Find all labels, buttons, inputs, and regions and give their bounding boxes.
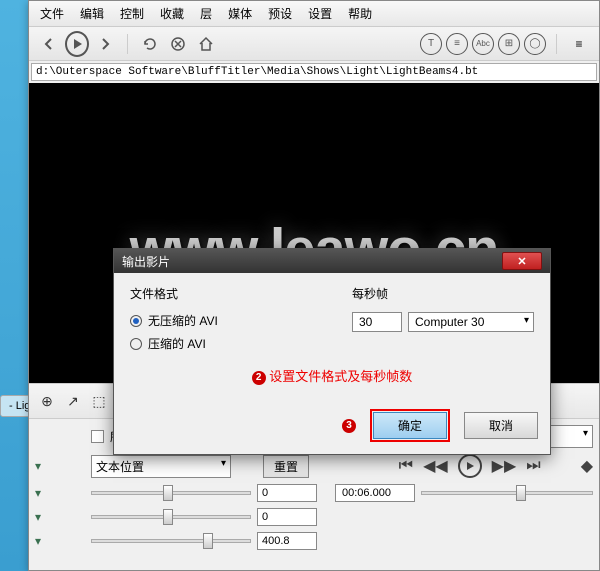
close-button[interactable]: ✕ (502, 252, 542, 270)
play-icon (65, 31, 89, 57)
slider-z[interactable] (91, 539, 251, 543)
grid-tool-icon[interactable]: ⊞ (498, 33, 520, 55)
reset-button[interactable]: 重置 (263, 455, 309, 478)
row-toggle-icon[interactable]: ▾ (35, 486, 41, 500)
next-frame-button[interactable]: ▶▶ (492, 456, 517, 476)
slider-y[interactable] (91, 515, 251, 519)
home-button[interactable] (194, 32, 218, 56)
menu-icon[interactable]: ≡ (567, 32, 591, 56)
value-x[interactable]: 0 (257, 484, 317, 502)
menu-settings[interactable]: 设置 (302, 3, 338, 24)
timecode-field[interactable]: 00:06.000 (335, 484, 415, 502)
export-icon[interactable]: ↗ (63, 391, 83, 411)
fps-input[interactable]: 30 (352, 312, 402, 332)
step2-badge: 2 (252, 371, 266, 385)
menu-edit[interactable]: 编辑 (74, 3, 110, 24)
ok-button[interactable]: 确定 (373, 412, 447, 439)
menu-fav[interactable]: 收藏 (154, 3, 190, 24)
file-format-label: 文件格式 (130, 285, 312, 302)
export-dialog: 输出影片 ✕ 文件格式 无压缩的 AVI 压缩的 AVI 每秒帧 30 Comp… (113, 248, 551, 455)
radio-uncompressed-label: 无压缩的 AVI (148, 312, 218, 329)
row-toggle-icon[interactable]: ▾ (35, 534, 41, 548)
menu-file[interactable]: 文件 (34, 3, 70, 24)
text-tool-icon[interactable]: T (420, 33, 442, 55)
menu-layer[interactable]: 层 (194, 3, 218, 24)
dialog-titlebar[interactable]: 输出影片 ✕ (114, 249, 550, 273)
main-toolbar: T ≡ Abc ⊞ ◯ ≡ (29, 27, 599, 61)
property-select[interactable]: 文本位置 (91, 455, 231, 478)
menu-help[interactable]: 帮助 (342, 3, 378, 24)
play-button[interactable] (65, 32, 89, 56)
add-icon[interactable]: ⊕ (37, 391, 57, 411)
radio-uncompressed[interactable] (130, 315, 142, 327)
slider-x[interactable] (91, 491, 251, 495)
circle-tool-icon[interactable]: ◯ (524, 33, 546, 55)
forward-button[interactable] (93, 32, 117, 56)
transport-controls: ⏮ ◀◀ ▶▶ ⏭ ◆ (399, 454, 593, 478)
stop-button[interactable] (166, 32, 190, 56)
path-bar[interactable]: d:\Outerspace Software\BluffTitler\Media… (31, 63, 597, 81)
menubar: 文件 编辑 控制 收藏 层 媒体 预设 设置 帮助 (29, 1, 599, 27)
play-transport-button[interactable] (458, 454, 482, 478)
menu-control[interactable]: 控制 (114, 3, 150, 24)
goto-start-button[interactable]: ⏮ (399, 457, 413, 475)
key-button[interactable]: ◆ (581, 456, 593, 476)
abc-tool-icon[interactable]: Abc (472, 33, 494, 55)
fps-select[interactable]: Computer 30 (408, 312, 534, 332)
back-button[interactable] (37, 32, 61, 56)
timeline-slider[interactable] (421, 491, 593, 495)
row-toggle-icon[interactable]: ▾ (35, 510, 41, 524)
dialog-title-text: 输出影片 (122, 253, 170, 270)
all-layers-checkbox[interactable] (91, 430, 104, 443)
annotation-text: 2 设置文件格式及每秒帧数 (130, 366, 534, 385)
value-y[interactable]: 0 (257, 508, 317, 526)
collapse-icon[interactable]: ▾ (35, 459, 41, 473)
play-icon (467, 462, 474, 470)
crop-icon[interactable]: ⬚ (89, 391, 109, 411)
radio-compressed[interactable] (130, 338, 142, 350)
menu-media[interactable]: 媒体 (222, 3, 258, 24)
prev-frame-button[interactable]: ◀◀ (423, 456, 448, 476)
cancel-button[interactable]: 取消 (464, 412, 538, 439)
menu-preset[interactable]: 预设 (262, 3, 298, 24)
layer-tool-icon[interactable]: ≡ (446, 33, 468, 55)
step3-badge: 3 (342, 419, 356, 433)
goto-end-button[interactable]: ⏭ (526, 457, 540, 475)
ok-highlight: 确定 (370, 409, 450, 442)
fps-label: 每秒帧 (352, 285, 534, 302)
value-z[interactable]: 400.8 (257, 532, 317, 550)
radio-compressed-label: 压缩的 AVI (148, 335, 206, 352)
refresh-button[interactable] (138, 32, 162, 56)
